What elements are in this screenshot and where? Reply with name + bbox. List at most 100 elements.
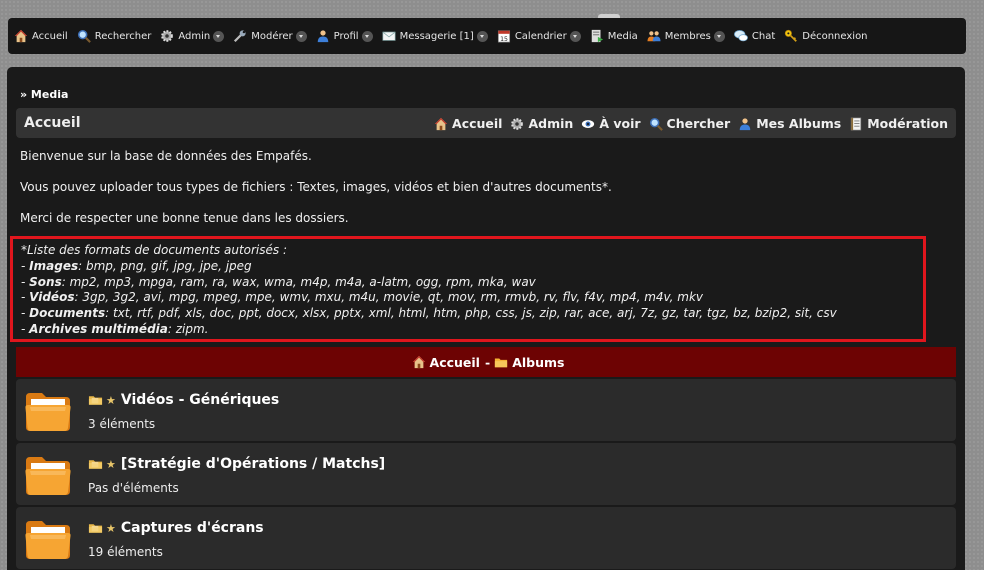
key-icon <box>784 29 798 43</box>
calendar-icon <box>497 29 511 43</box>
format-label: Documents <box>29 306 106 321</box>
eye-icon <box>581 117 595 131</box>
chevron-down-icon[interactable] <box>713 30 725 42</box>
nav-label: Admin <box>178 30 211 42</box>
wrench-icon <box>233 29 247 43</box>
link-chercher[interactable]: Chercher <box>649 116 730 131</box>
nav-item-rechercher[interactable]: Rechercher <box>77 29 152 43</box>
nav-label: Calendrier <box>514 30 567 42</box>
albums-header-home-link[interactable]: Accueil <box>430 355 480 370</box>
nav-label: Profil <box>333 30 359 42</box>
nav-label: Messagerie [1] <box>399 30 474 42</box>
star-icon: ★ <box>106 393 116 407</box>
chat-icon <box>734 29 748 43</box>
members-icon <box>647 29 661 43</box>
nav-item-moderer[interactable]: Modérer <box>233 29 307 43</box>
albums-header: Accueil - Albums <box>16 347 956 377</box>
nav-label: Rechercher <box>94 30 152 42</box>
media-panel: » Media Accueil Accueil Admin À voir Che… <box>7 67 965 570</box>
folder-icon[interactable] <box>24 389 72 433</box>
top-navigation: Accueil Rechercher Admin Modérer Profil … <box>8 14 966 54</box>
nav-item-accueil[interactable]: Accueil <box>14 29 68 43</box>
nav-item-calendrier[interactable]: Calendrier <box>497 29 581 43</box>
link-a-voir[interactable]: À voir <box>581 116 641 131</box>
formats-videos: - Vidéos: 3gp, 3g2, avi, mpg, mpeg, mpe,… <box>21 290 704 305</box>
nav-item-media[interactable]: Media <box>590 29 638 43</box>
album-icon <box>88 394 103 406</box>
nav-label: Media <box>607 30 638 42</box>
nav-label: Accueil <box>32 30 68 42</box>
chevron-down-icon[interactable] <box>476 30 488 42</box>
chevron-down-icon[interactable] <box>361 30 373 42</box>
formats-archives: - Archives multimédia: zipm. <box>21 321 209 336</box>
home-icon <box>434 117 448 131</box>
albums-header-separator: - <box>484 354 491 370</box>
link-label: Modération <box>867 116 948 131</box>
formats-documents: - Documents: txt, rtf, pdf, xls, doc, pp… <box>21 306 837 321</box>
formats-images: - Images: bmp, png, gif, jpg, jpe, jpeg <box>21 258 252 273</box>
intro-welcome: Bienvenue sur la base de données des Emp… <box>20 149 312 163</box>
format-label: Vidéos <box>29 290 75 305</box>
album-count: Pas d'éléments <box>88 481 179 495</box>
nav-label: Chat <box>751 30 776 42</box>
link-label: À voir <box>599 116 641 131</box>
folder-icon[interactable] <box>24 453 72 497</box>
star-icon: ★ <box>106 521 116 535</box>
album-name[interactable]: Captures d'écrans <box>121 520 264 536</box>
albums-header-albums-link[interactable]: Albums <box>512 355 564 370</box>
format-value: : zipm. <box>167 321 209 336</box>
nav-label: Membres <box>664 30 711 42</box>
intro-rules: Merci de respecter une bonne tenue dans … <box>20 211 349 225</box>
nav-item-deconnexion[interactable]: Déconnexion <box>784 29 868 43</box>
format-label: Images <box>29 258 79 273</box>
media-links: Accueil Admin À voir Chercher Mes Albums… <box>426 116 948 131</box>
formats-sons: - Sons: mp2, mp3, mpga, ram, ra, wax, wm… <box>21 274 536 289</box>
album-title[interactable]: ★ [Stratégie d'Opérations / Matchs] <box>88 456 385 472</box>
album-icon <box>88 458 103 470</box>
gear-icon <box>510 117 524 131</box>
home-icon <box>412 355 426 369</box>
link-label: Admin <box>528 116 574 131</box>
chevron-down-icon[interactable] <box>569 30 581 42</box>
album-title[interactable]: ★ Captures d'écrans <box>88 520 264 536</box>
breadcrumb[interactable]: » Media <box>20 88 68 101</box>
link-label: Mes Albums <box>756 116 842 131</box>
link-label: Accueil <box>452 116 503 131</box>
folder-icon[interactable] <box>24 517 72 561</box>
nav-tab-handle <box>598 14 620 18</box>
link-accueil[interactable]: Accueil <box>434 116 502 131</box>
album-name[interactable]: Vidéos - Génériques <box>121 392 279 408</box>
album-row[interactable]: ★ Captures d'écrans 19 éléments <box>16 507 956 569</box>
nav-label: Modérer <box>251 30 293 42</box>
link-admin[interactable]: Admin <box>510 116 573 131</box>
nav-item-chat[interactable]: Chat <box>734 29 775 43</box>
allowed-formats-box: *Liste des formats de documents autorisé… <box>10 236 926 342</box>
page-title: Accueil <box>24 115 81 131</box>
gear-icon <box>160 29 174 43</box>
chevron-down-icon[interactable] <box>295 30 307 42</box>
album-row[interactable]: ★ Vidéos - Génériques 3 éléments <box>16 379 956 441</box>
nav-label: Déconnexion <box>802 30 868 42</box>
chevron-down-icon[interactable] <box>213 30 225 42</box>
album-count: 19 éléments <box>88 545 163 559</box>
user-icon <box>316 29 330 43</box>
intro-upload: Vous pouvez uploader tous types de fichi… <box>20 180 612 194</box>
nav-item-profil[interactable]: Profil <box>316 29 373 43</box>
nav-item-admin[interactable]: Admin <box>160 29 225 43</box>
format-value: : bmp, png, gif, jpg, jpe, jpeg <box>78 258 252 273</box>
format-value: : mp2, mp3, mpga, ram, ra, wax, wma, m4p… <box>61 274 536 289</box>
nav-item-membres[interactable]: Membres <box>647 29 725 43</box>
album-title[interactable]: ★ Vidéos - Génériques <box>88 392 279 408</box>
album-icon <box>88 522 103 534</box>
media-icon <box>590 29 604 43</box>
formats-heading: *Liste des formats de documents autorisé… <box>21 243 287 257</box>
nav-item-messagerie[interactable]: Messagerie [1] <box>382 29 488 43</box>
album-name[interactable]: [Stratégie d'Opérations / Matchs] <box>121 456 385 472</box>
format-value: : 3gp, 3g2, avi, mpg, mpeg, mpe, wmv, mx… <box>74 290 704 305</box>
link-moderation[interactable]: Modération <box>849 116 948 131</box>
star-icon: ★ <box>106 457 116 471</box>
albums-icon <box>494 355 508 369</box>
document-icon <box>849 117 863 131</box>
link-mes-albums[interactable]: Mes Albums <box>738 116 841 131</box>
album-row[interactable]: ★ [Stratégie d'Opérations / Matchs] Pas d… <box>16 443 956 505</box>
